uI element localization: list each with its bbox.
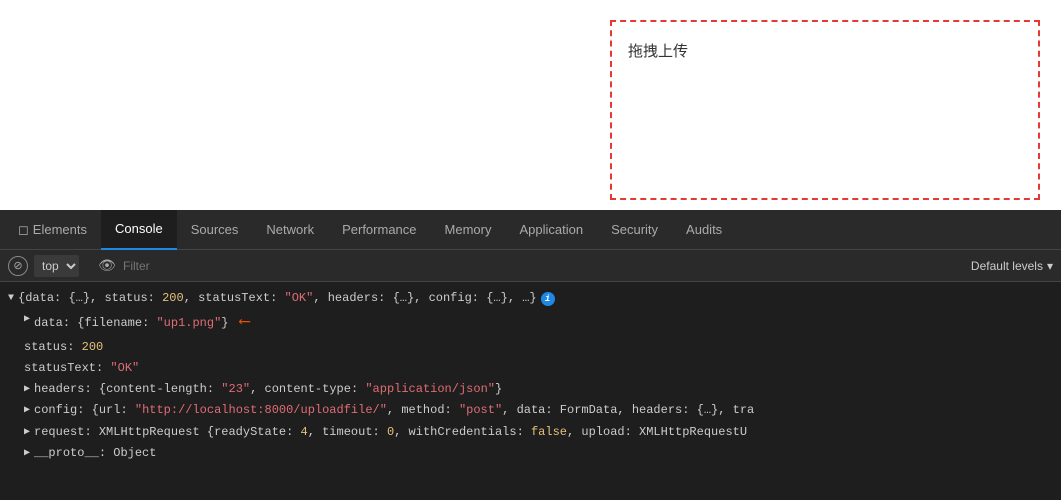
console-line-5: ▶ config: {url: "http://localhost:8000/u…: [8, 400, 1053, 421]
tab-elements[interactable]: ◻ Elements: [4, 210, 101, 250]
tab-network[interactable]: Network: [252, 210, 328, 250]
console-line-7: ▶ __proto__: Object: [8, 443, 1053, 464]
expand-arrow-7[interactable]: ▶: [24, 446, 30, 462]
default-levels-button[interactable]: Default levels ▾: [971, 259, 1053, 273]
devtools-toolbar: ⊘ top 👁 Default levels ▾: [0, 250, 1061, 282]
drop-zone[interactable]: 拖拽上传: [610, 20, 1040, 200]
orange-arrow-icon: ⟵: [240, 310, 250, 336]
top-area: 拖拽上传: [0, 0, 1061, 210]
elements-icon: ◻: [18, 222, 29, 238]
tab-memory[interactable]: Memory: [431, 210, 506, 250]
expand-arrow-5[interactable]: ▶: [24, 403, 30, 419]
drop-zone-text: 拖拽上传: [628, 40, 688, 61]
console-line-3: statusText: "OK": [8, 358, 1053, 379]
expand-arrow-0[interactable]: ▼: [8, 291, 14, 307]
console-line-2: status: 200: [8, 337, 1053, 358]
filter-input[interactable]: [123, 259, 303, 273]
tab-performance[interactable]: Performance: [328, 210, 430, 250]
console-line-4: ▶ headers: {content-length: "23", conten…: [8, 379, 1053, 400]
expand-arrow-4[interactable]: ▶: [24, 382, 30, 398]
tab-sources[interactable]: Sources: [177, 210, 253, 250]
console-line-1: ▶ data: {filename: "up1.png"} ⟵: [8, 309, 1053, 337]
console-line-6: ▶ request: XMLHttpRequest {readyState: 4…: [8, 422, 1053, 443]
tab-audits[interactable]: Audits: [672, 210, 736, 250]
context-selector[interactable]: top: [34, 255, 79, 277]
eye-icon[interactable]: 👁: [97, 256, 117, 276]
chevron-down-icon: ▾: [1047, 259, 1053, 273]
console-output[interactable]: ▼ {data: {…}, status: 200, statusText: "…: [0, 282, 1061, 500]
clear-console-button[interactable]: ⊘: [8, 256, 28, 276]
expand-arrow-6[interactable]: ▶: [24, 425, 30, 441]
devtools-panel: ◻ Elements Console Sources Network Perfo…: [0, 210, 1061, 500]
tab-console[interactable]: Console: [101, 210, 177, 250]
devtools-tabs: ◻ Elements Console Sources Network Perfo…: [0, 210, 1061, 250]
console-line-0: ▼ {data: {…}, status: 200, statusText: "…: [8, 288, 1053, 309]
tab-application[interactable]: Application: [505, 210, 597, 250]
tab-security[interactable]: Security: [597, 210, 672, 250]
expand-arrow-1[interactable]: ▶: [24, 312, 30, 328]
